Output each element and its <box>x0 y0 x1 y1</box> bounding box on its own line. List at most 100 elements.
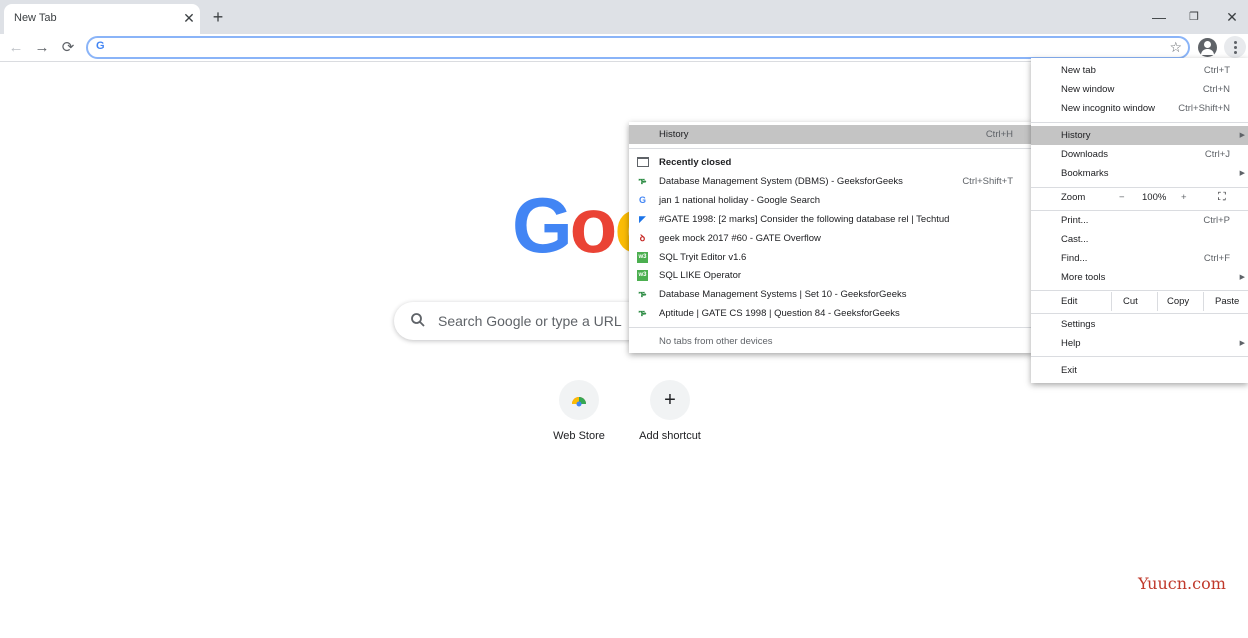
copy-button[interactable]: Copy <box>1167 292 1189 311</box>
history-entry-title: jan 1 national holiday - Google Search <box>659 195 821 206</box>
menu-item-print[interactable]: Print... Ctrl+P <box>1031 211 1248 230</box>
shortcut-label: Add shortcut <box>639 430 701 442</box>
tab-close-icon[interactable]: ✕ <box>181 10 197 26</box>
tab-strip: New Tab ✕ + — ❐ ✕ <box>0 0 1248 34</box>
w3schools-icon: w3 <box>637 270 648 281</box>
menu-item-more-tools[interactable]: More tools ▶ <box>1031 268 1248 287</box>
logo-letter: G <box>512 181 573 269</box>
gfg-icon: ᎏ <box>638 176 647 186</box>
menu-item-bookmarks[interactable]: Bookmarks ▶ <box>1031 164 1248 183</box>
reload-icon[interactable]: ⟳ <box>57 37 79 59</box>
menu-item-label: Print... <box>1061 215 1089 226</box>
menu-item-label: History <box>659 129 689 140</box>
menu-separator <box>629 327 1033 328</box>
menu-item-shortcut: Ctrl+P <box>1203 215 1230 226</box>
history-entry-title: #GATE 1998: [2 marks] Consider the follo… <box>659 214 950 225</box>
w3schools-icon: w3 <box>637 252 648 263</box>
menu-item-downloads[interactable]: Downloads Ctrl+J <box>1031 145 1248 164</box>
menu-item-new-incognito-window[interactable]: New incognito window Ctrl+Shift+N <box>1031 99 1248 118</box>
gate-overflow-icon: ꝺ <box>639 233 646 243</box>
menu-kebab-icon[interactable] <box>1224 36 1246 58</box>
profile-avatar-icon[interactable] <box>1198 38 1217 57</box>
menu-item-label: More tools <box>1061 272 1106 283</box>
menu-item-new-window[interactable]: New window Ctrl+N <box>1031 80 1248 99</box>
google-g-icon: G <box>96 40 105 52</box>
menu-separator <box>1203 292 1204 311</box>
menu-separator <box>1031 290 1248 291</box>
restore-icon[interactable]: ❐ <box>1181 6 1207 28</box>
minimize-icon[interactable]: — <box>1146 6 1172 28</box>
history-entry-title: Database Management Systems | Set 10 - G… <box>659 289 907 300</box>
menu-item-shortcut: Ctrl+H <box>985 129 1013 140</box>
menu-item-zoom: Zoom − 100% + ⛶ <box>1031 188 1248 207</box>
zoom-in-button[interactable]: + <box>1181 188 1187 207</box>
menu-item-label: Zoom <box>1061 192 1086 203</box>
shortcut-web-store[interactable]: Web Store <box>539 380 619 450</box>
recently-closed-label: Recently closed <box>659 157 732 168</box>
history-entry[interactable]: ᎏ Database Management Systems | Set 10 -… <box>629 285 1033 304</box>
shortcut-label: Web Store <box>553 430 605 442</box>
menu-separator <box>1031 122 1248 123</box>
menu-item-label: New tab <box>1061 65 1096 76</box>
address-bar[interactable]: G ☆ <box>86 36 1190 59</box>
menu-item-label: Bookmarks <box>1061 168 1109 179</box>
menu-item-label: Exit <box>1061 365 1077 376</box>
menu-item-help[interactable]: Help ▶ <box>1031 334 1248 353</box>
menu-item-edit: Edit Cut Copy Paste <box>1031 292 1248 311</box>
menu-item-shortcut: Ctrl+J <box>1204 149 1230 160</box>
gfg-icon: ᎏ <box>638 289 647 299</box>
history-entry[interactable]: ◤ #GATE 1998: [2 marks] Consider the fol… <box>629 210 1033 229</box>
zoom-level: 100% <box>1142 192 1167 203</box>
zoom-out-button[interactable]: − <box>1119 188 1125 207</box>
menu-item-new-tab[interactable]: New tab Ctrl+T <box>1031 61 1248 80</box>
menu-item-label: Downloads <box>1061 149 1108 160</box>
back-arrow-icon[interactable]: ← <box>5 37 27 59</box>
paste-button[interactable]: Paste <box>1215 292 1239 311</box>
fullscreen-icon[interactable]: ⛶ <box>1218 188 1226 207</box>
menu-item-shortcut: Ctrl+N <box>1202 84 1230 95</box>
tab-title: New Tab <box>14 12 57 24</box>
tab-new-tab[interactable]: New Tab ✕ <box>4 4 200 34</box>
bookmark-star-icon[interactable]: ☆ <box>1169 39 1182 56</box>
window-close-icon[interactable]: ✕ <box>1219 6 1245 28</box>
search-icon <box>411 313 425 327</box>
menu-item-settings[interactable]: Settings <box>1031 315 1248 334</box>
new-tab-plus-icon[interactable]: + <box>208 7 228 27</box>
shortcut-add[interactable]: + Add shortcut <box>630 380 710 450</box>
history-entry[interactable]: w3 SQL Tryit Editor v1.6 <box>629 248 1033 267</box>
watermark: Yuucn.com <box>1138 574 1226 593</box>
history-entry[interactable]: G jan 1 national holiday - Google Search <box>629 191 1033 210</box>
menu-separator <box>629 148 1033 149</box>
history-entry[interactable]: ᎏ Database Management System (DBMS) - Ge… <box>629 172 1033 191</box>
webstore-icon <box>559 380 599 420</box>
history-header-item[interactable]: History Ctrl+H <box>629 125 1033 144</box>
history-entry[interactable]: w3 SQL LIKE Operator <box>629 266 1033 285</box>
google-icon: G <box>638 195 646 205</box>
history-entry[interactable]: ᎏ Aptitude | GATE CS 1998 | Question 84 … <box>629 304 1033 323</box>
recently-closed-heading: Recently closed <box>629 153 1033 172</box>
menu-item-history[interactable]: History ▶ <box>1031 126 1248 145</box>
history-entry-title: SQL Tryit Editor v1.6 <box>659 252 747 263</box>
menu-item-label: Cast... <box>1061 234 1089 245</box>
menu-separator <box>1031 356 1248 357</box>
history-submenu: History Ctrl+H Recently closed ᎏ Databas… <box>629 122 1033 353</box>
plus-icon: + <box>650 380 690 420</box>
submenu-arrow-icon: ▶ <box>1239 170 1245 177</box>
submenu-arrow-icon: ▶ <box>1239 340 1245 347</box>
menu-separator <box>1031 313 1248 314</box>
menu-item-label: New incognito window <box>1061 103 1155 114</box>
history-entry-title: Database Management System (DBMS) - Geek… <box>659 176 903 187</box>
history-entry[interactable]: ꝺ geek mock 2017 #60 - GATE Overflow <box>629 229 1033 248</box>
gfg-icon: ᎏ <box>638 308 647 318</box>
menu-item-cast[interactable]: Cast... <box>1031 230 1248 249</box>
menu-item-find[interactable]: Find... Ctrl+F <box>1031 249 1248 268</box>
history-entry-title: geek mock 2017 #60 - GATE Overflow <box>659 233 821 244</box>
search-placeholder: Search Google or type a URL <box>438 313 622 329</box>
history-entry-shortcut: Ctrl+Shift+T <box>962 176 1013 187</box>
cut-button[interactable]: Cut <box>1123 292 1138 311</box>
forward-arrow-icon[interactable]: → <box>31 37 53 59</box>
menu-item-label: Settings <box>1061 319 1096 330</box>
logo-letter: o <box>569 181 618 269</box>
submenu-arrow-icon: ▶ <box>1239 274 1245 281</box>
menu-item-exit[interactable]: Exit <box>1031 361 1248 380</box>
